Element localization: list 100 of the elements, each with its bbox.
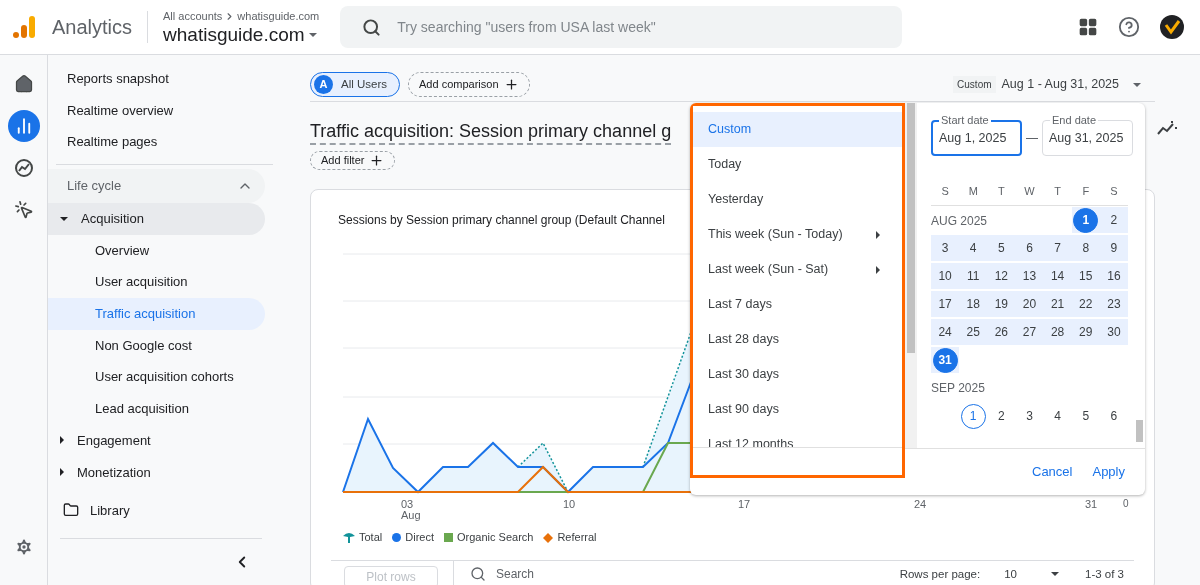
- apps-grid-icon[interactable]: [1078, 17, 1098, 37]
- legend-label: Total: [359, 530, 383, 546]
- calendar-day[interactable]: 25: [960, 319, 986, 345]
- calendar-day[interactable]: 15: [1073, 263, 1099, 289]
- date-preset-option[interactable]: Last 90 days: [693, 392, 902, 427]
- nav-group[interactable]: Engagement: [48, 424, 265, 457]
- nav-item[interactable]: Realtime overview: [48, 94, 265, 127]
- date-input[interactable]: Aug 1, 2025: [939, 128, 1014, 148]
- calendar-day[interactable]: 20: [1017, 291, 1042, 317]
- weekday-label: T: [997, 184, 1006, 200]
- calendar-day[interactable]: 22: [1073, 291, 1099, 317]
- avatar[interactable]: [1160, 15, 1184, 39]
- caret-down-icon: [1133, 82, 1141, 87]
- calendar-day[interactable]: 18: [960, 291, 986, 317]
- nav-item[interactable]: User acquisition cohorts: [48, 361, 265, 393]
- calendar-day[interactable]: 4: [1045, 403, 1071, 429]
- scrollbar-thumb[interactable]: [1136, 420, 1143, 442]
- product-name: Analytics: [52, 15, 133, 40]
- nav-item[interactable]: Traffic acquisition: [48, 297, 265, 330]
- nav-item[interactable]: Library: [48, 494, 265, 527]
- date-preset-option[interactable]: Last 30 days: [693, 357, 902, 392]
- calendar-day[interactable]: 5: [1073, 403, 1099, 429]
- calendar-day[interactable]: 8: [1073, 235, 1099, 261]
- calendar-day[interactable]: 29: [1073, 319, 1099, 345]
- reports-icon[interactable]: [7, 110, 40, 142]
- date-preset-option[interactable]: Today: [693, 147, 902, 182]
- search-input[interactable]: Try searching "users from USA last week": [397, 16, 903, 38]
- calendar-day[interactable]: 16: [1101, 263, 1127, 289]
- calendar-day[interactable]: 2: [988, 403, 1014, 429]
- date-preset-option[interactable]: Custom: [693, 112, 902, 147]
- calendar-day[interactable]: 21: [1045, 291, 1071, 317]
- calendar-day[interactable]: 3: [1017, 403, 1042, 429]
- legend-label: Organic Search: [457, 530, 534, 546]
- calendar-day[interactable]: 3: [932, 235, 958, 261]
- nav-item[interactable]: Overview: [48, 234, 265, 267]
- section-header[interactable]: Life cycle: [48, 168, 265, 203]
- weekday-label: W: [1023, 184, 1036, 200]
- calendar-day[interactable]: 7: [1045, 235, 1071, 261]
- calendar-day[interactable]: 9: [1101, 235, 1127, 261]
- month-label: SEP 2025: [931, 380, 985, 397]
- calendar-day[interactable]: 23: [1101, 291, 1127, 317]
- weekday-label: M: [967, 184, 979, 200]
- calendar-day[interactable]: 10: [932, 263, 958, 289]
- caret-down-icon: [308, 33, 317, 38]
- date-preset-tag: Custom: [953, 76, 996, 93]
- date-preset-option[interactable]: This week (Sun - Today): [693, 217, 902, 252]
- calendar-day[interactable]: 1: [1073, 207, 1099, 233]
- dialog-action-button[interactable]: Apply: [1092, 462, 1125, 482]
- date-preset-option[interactable]: Last 28 days: [693, 322, 902, 357]
- date-range-selector[interactable]: Aug 1 - Aug 31, 2025: [1001, 75, 1141, 94]
- nav-group[interactable]: Acquisition: [48, 202, 265, 235]
- axis-label: 03: [401, 497, 414, 510]
- axis-label: Aug: [401, 508, 421, 521]
- weekday-label: S: [1109, 184, 1119, 200]
- calendar-day[interactable]: 31: [932, 347, 958, 373]
- chart-title: Sessions by Session primary channel group (Default Channel: [338, 211, 665, 228]
- calendar-day[interactable]: 30: [1101, 319, 1127, 345]
- nav-item[interactable]: Non Google cost: [48, 329, 265, 362]
- calendar-day[interactable]: 12: [988, 263, 1014, 289]
- date-preset-option[interactable]: Last week (Sun - Sat): [693, 252, 902, 287]
- calendar-day[interactable]: 17: [932, 291, 958, 317]
- calendar-day[interactable]: 11: [960, 263, 986, 289]
- search-bar[interactable]: Try searching "users from USA last week": [340, 6, 903, 48]
- breadcrumb-link[interactable]: All accounts: [163, 7, 223, 25]
- nav-item[interactable]: Reports snapshot: [48, 63, 265, 95]
- calendar-day[interactable]: 14: [1045, 263, 1071, 289]
- calendar-day[interactable]: 6: [1101, 403, 1127, 429]
- rows-per-page-select[interactable]: 10: [1004, 565, 1059, 583]
- breadcrumb-link[interactable]: whatisguide.com: [237, 7, 320, 25]
- calendar-day[interactable]: 27: [1017, 319, 1042, 345]
- calendar-day[interactable]: 24: [932, 319, 958, 345]
- nav-item[interactable]: Lead acquisition: [48, 392, 265, 425]
- search-input[interactable]: Search: [496, 564, 696, 583]
- insights-icon[interactable]: [1157, 120, 1177, 136]
- date-input[interactable]: Aug 31, 2025: [1049, 128, 1126, 148]
- month-label: AUG 2025: [931, 212, 989, 230]
- calendar-day[interactable]: 26: [988, 319, 1014, 345]
- calendar-day[interactable]: 13: [1017, 263, 1042, 289]
- scrollbar-thumb[interactable]: [907, 103, 915, 353]
- help-icon[interactable]: [1118, 16, 1140, 38]
- nav-group[interactable]: Monetization: [48, 456, 265, 489]
- submenu-arrow-icon: [876, 230, 880, 239]
- axis-label: 17: [737, 497, 751, 510]
- rows-per-page-label: Rows per page:: [899, 566, 981, 582]
- calendar-day[interactable]: 4: [960, 235, 986, 261]
- dialog-action-button[interactable]: Cancel: [1032, 462, 1073, 482]
- nav-item[interactable]: Realtime pages: [48, 126, 265, 158]
- plus-icon: [369, 152, 385, 168]
- date-preset-option[interactable]: Last 7 days: [693, 287, 902, 322]
- logo-icon: [12, 15, 36, 39]
- calendar-day[interactable]: 19: [988, 291, 1014, 317]
- calendar-day[interactable]: 28: [1045, 319, 1071, 345]
- property-selector[interactable]: whatisguide.com: [163, 24, 320, 47]
- calendar-day[interactable]: 6: [1017, 235, 1042, 261]
- date-preset-option[interactable]: Yesterday: [693, 182, 902, 217]
- segment-chip[interactable]: A All Users: [310, 72, 400, 97]
- calendar-day[interactable]: 5: [988, 235, 1014, 261]
- nav-item[interactable]: User acquisition: [48, 266, 265, 298]
- calendar-day[interactable]: 2: [1101, 207, 1127, 233]
- plus-icon: [503, 77, 519, 92]
